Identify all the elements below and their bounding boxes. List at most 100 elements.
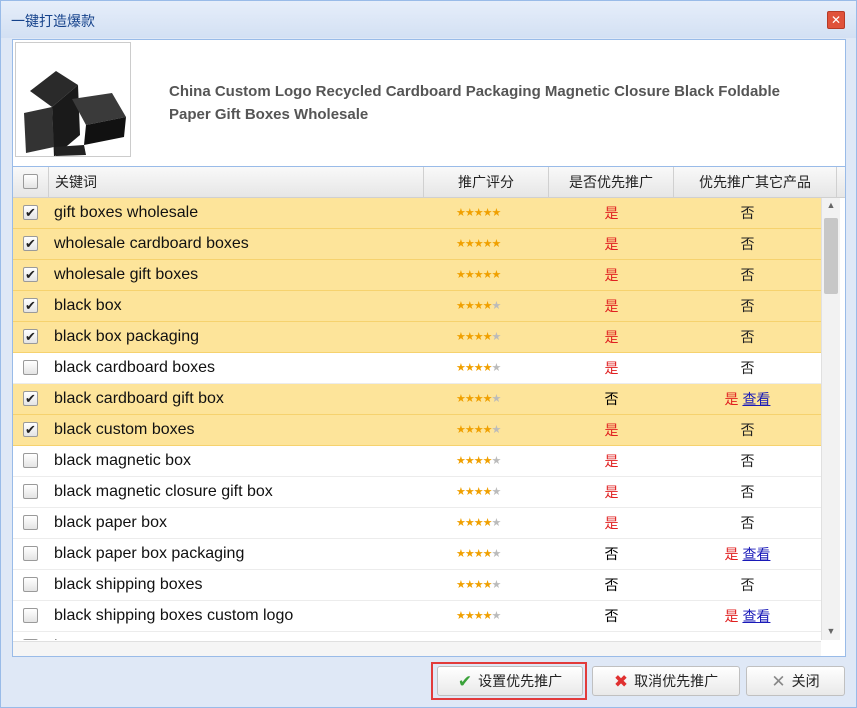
view-link[interactable]: 查看	[742, 608, 770, 624]
dialog-title: 一键打造爆款	[11, 13, 95, 29]
row-checkbox[interactable]: ✔	[23, 422, 38, 437]
priority-value: 是	[604, 236, 619, 252]
star-icon: ★	[464, 331, 475, 343]
star-icon: ★	[482, 486, 493, 498]
table-row[interactable]: ✔ black box ★★★★★ 是否	[13, 291, 821, 322]
other-products-value: 否	[740, 267, 755, 283]
row-checkbox[interactable]: ✔	[23, 329, 38, 344]
star-icon: ★	[473, 455, 484, 467]
row-checkbox[interactable]	[23, 546, 38, 561]
dialog-body: China Custom Logo Recycled Cardboard Pac…	[12, 39, 846, 657]
table-row[interactable]: ✔ gift boxes wholesale ★★★★★ 是否	[13, 198, 821, 229]
header-keyword[interactable]: 关键词	[49, 167, 424, 197]
row-checkbox[interactable]	[23, 360, 38, 375]
row-checkbox[interactable]	[23, 608, 38, 623]
row-checkbox[interactable]	[23, 577, 38, 592]
table-row[interactable]: black magnetic box ★★★★★ 是否	[13, 446, 821, 477]
other-products-value: 否	[740, 577, 755, 593]
rating-stars: ★★★★★	[456, 423, 501, 436]
keyword-text: black shipping boxes	[54, 576, 203, 593]
star-icon: ★	[473, 610, 484, 622]
table-row[interactable]: ✔ wholesale gift boxes ★★★★★ 是否	[13, 260, 821, 291]
row-checkbox[interactable]	[23, 453, 38, 468]
star-icon: ★	[473, 331, 484, 343]
star-icon: ★	[473, 579, 484, 591]
table-row[interactable]: ✔ wholesale cardboard boxes ★★★★★ 是否	[13, 229, 821, 260]
star-icon: ★	[491, 207, 502, 219]
other-products-cell: 否	[674, 415, 821, 445]
star-icon: ★	[464, 207, 475, 219]
table-row[interactable]: ✔ black custom boxes ★★★★★ 是否	[13, 415, 821, 446]
table-row[interactable]: black cardboard boxes ★★★★★ 是否	[13, 353, 821, 384]
star-icon: ★	[456, 331, 466, 343]
row-checkbox[interactable]: ✔	[23, 391, 38, 406]
star-icon: ★	[491, 362, 502, 374]
table-row[interactable]: black paper box ★★★★★ 是否	[13, 508, 821, 539]
cancel-priority-button[interactable]: ✖ 取消优先推广	[592, 666, 740, 696]
close-icon[interactable]: ✕	[827, 11, 845, 29]
star-icon: ★	[456, 238, 466, 250]
scroll-up-icon[interactable]: ▲	[822, 200, 840, 210]
star-icon: ★	[482, 362, 493, 374]
star-icon: ★	[491, 548, 502, 560]
star-icon: ★	[473, 393, 484, 405]
rating-stars: ★★★★★	[456, 361, 502, 374]
star-icon: ★	[456, 517, 466, 529]
grid-header: 关键词 推广评分 是否优先推广 优先推广其它产品	[13, 167, 845, 198]
scroll-down-icon[interactable]: ▼	[822, 626, 840, 636]
keyword-grid: 关键词 推广评分 是否优先推广 优先推广其它产品 ✔ gift boxes who…	[13, 166, 845, 656]
star-icon: ★	[482, 424, 493, 436]
star-icon: ★	[456, 455, 466, 467]
keyword-text: wholesale gift boxes	[54, 266, 199, 283]
scrollbar-thumb[interactable]	[824, 218, 838, 294]
rating-stars: ★★★★★	[456, 485, 501, 498]
star-icon: ★	[464, 300, 475, 312]
star-icon: ★	[456, 393, 466, 405]
keyword-text: gift boxes wholesale	[54, 204, 199, 221]
star-icon: ★	[491, 393, 502, 405]
row-checkbox[interactable]: ✔	[23, 267, 38, 282]
priority-value: 否	[604, 608, 619, 624]
table-row[interactable]: black magnetic closure gift box ★★★★★ 是否	[13, 477, 821, 508]
horizontal-scrollbar[interactable]	[13, 641, 821, 656]
keyword-text: black cardboard gift box	[54, 390, 224, 407]
other-products-cell: 否	[674, 291, 821, 321]
checkmark-icon: ✔	[457, 672, 473, 691]
other-products-cell: 否	[674, 477, 821, 507]
row-checkbox[interactable]: ✔	[23, 205, 38, 220]
table-row[interactable]: black shipping boxes custom logo ★★★★★ 否是 …	[13, 601, 821, 632]
other-products-value: 否	[740, 329, 755, 345]
table-row[interactable]: ✔ black box packaging ★★★★★ 是否	[13, 322, 821, 353]
other-products-value: 否	[740, 360, 755, 376]
select-all-checkbox[interactable]	[23, 174, 38, 189]
close-button[interactable]: ✕ 关闭	[746, 666, 845, 696]
header-other-products[interactable]: 优先推广其它产品	[674, 167, 837, 197]
set-priority-button[interactable]: ✔ 设置优先推广	[437, 666, 583, 696]
view-link[interactable]: 查看	[742, 546, 770, 562]
rating-stars: ★★★★★	[456, 330, 501, 343]
keyword-text: black paper box packaging	[54, 545, 245, 562]
view-link[interactable]: 查看	[742, 391, 770, 407]
header-priority[interactable]: 是否优先推广	[549, 167, 674, 197]
star-icon: ★	[456, 300, 466, 312]
other-products-value: 是	[724, 391, 739, 407]
table-row[interactable]: ✔ black cardboard gift box ★★★★★ 否是 查看	[13, 384, 821, 415]
rating-stars: ★★★★★	[456, 609, 501, 622]
star-icon: ★	[482, 579, 493, 591]
row-checkbox[interactable]	[23, 515, 38, 530]
table-row[interactable]: black shipping boxes ★★★★★ 否否	[13, 570, 821, 601]
row-checkbox[interactable]: ✔	[23, 298, 38, 313]
table-row[interactable]: b★★★★★是否	[13, 632, 821, 640]
star-icon: ★	[456, 207, 466, 219]
row-checkbox[interactable]	[23, 484, 38, 499]
star-icon: ★	[464, 393, 475, 405]
table-row[interactable]: black paper box packaging ★★★★★ 否是 查看	[13, 539, 821, 570]
vertical-scrollbar[interactable]: ▲ ▼	[821, 198, 840, 640]
row-checkbox[interactable]	[23, 639, 38, 640]
star-icon: ★	[473, 517, 484, 529]
row-checkbox[interactable]: ✔	[23, 236, 38, 251]
priority-value: 是	[549, 632, 674, 640]
other-products-value: 否	[740, 515, 755, 531]
star-icon: ★	[473, 238, 484, 250]
header-rating[interactable]: 推广评分	[424, 167, 549, 197]
